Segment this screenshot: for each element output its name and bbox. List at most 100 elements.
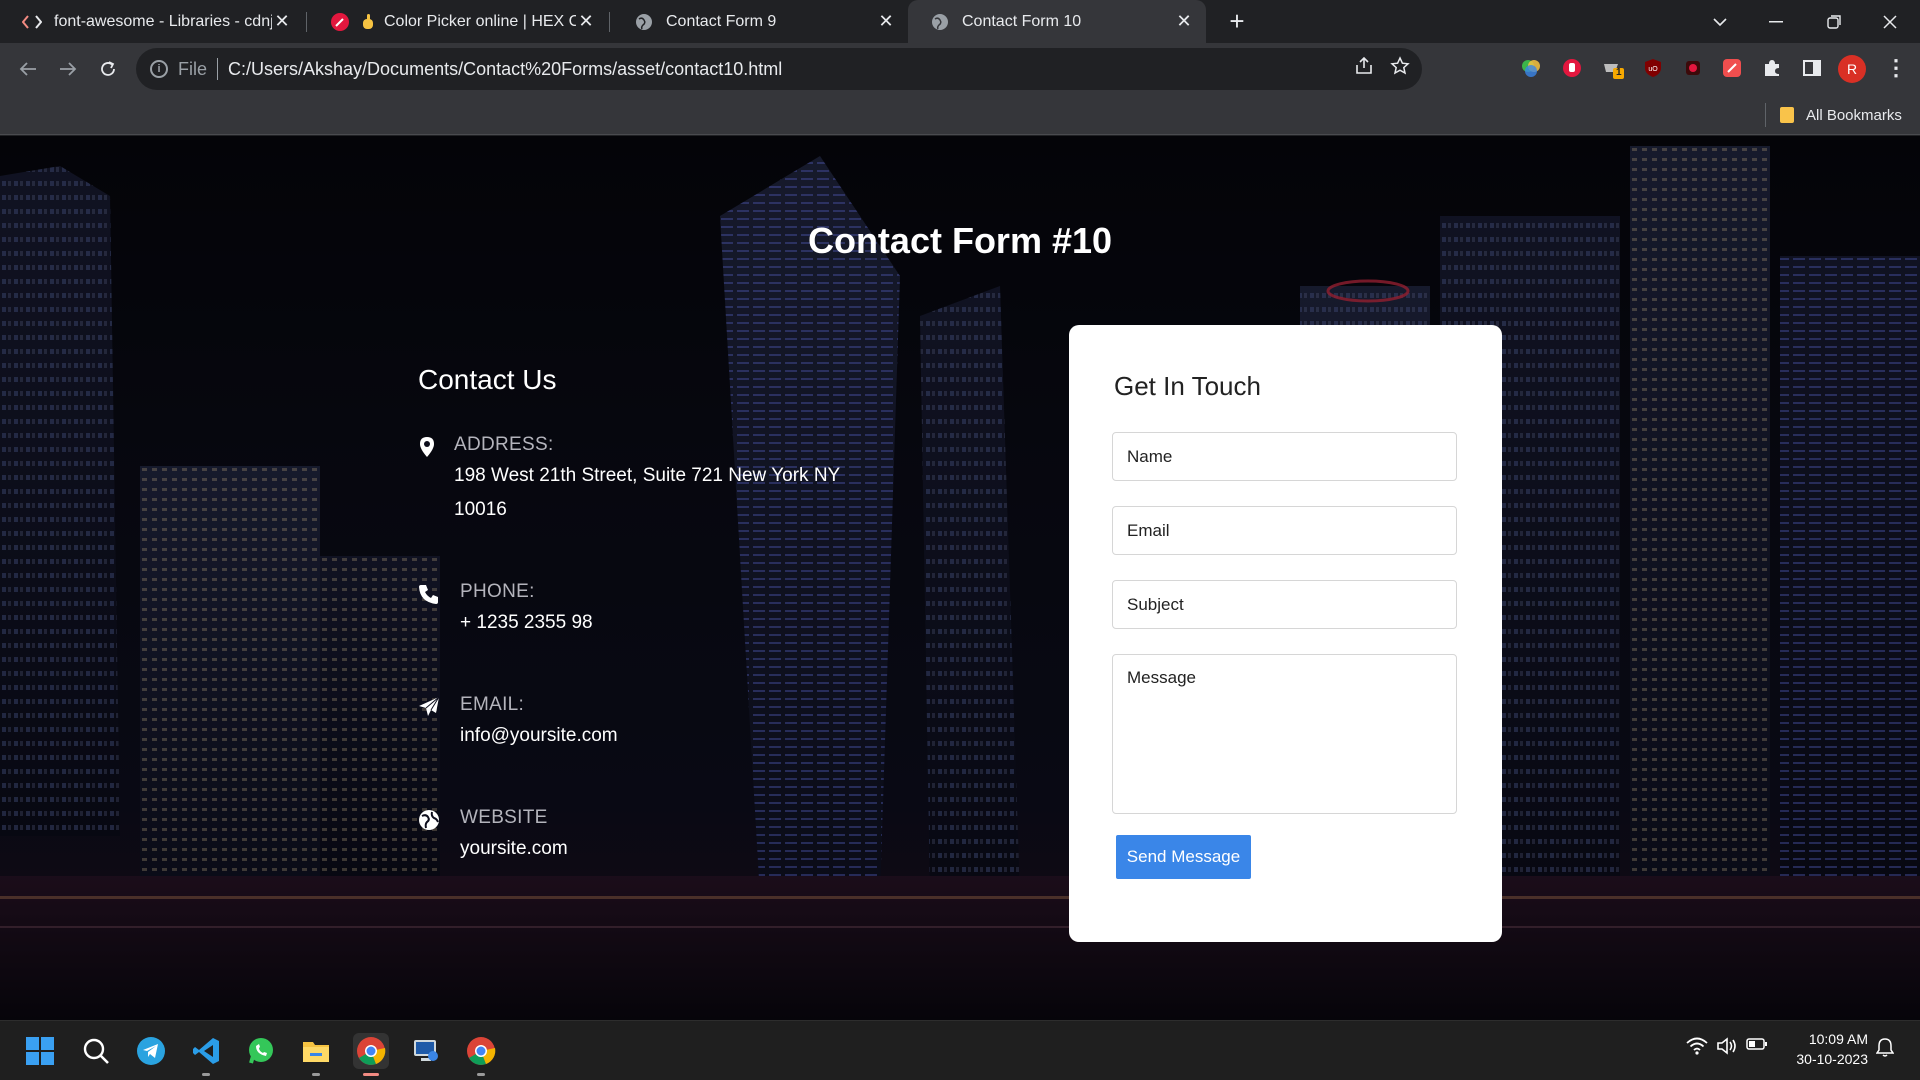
search-icon[interactable] (78, 1033, 114, 1069)
clock-date: 30-10-2023 (1796, 1051, 1868, 1067)
extension-badge-icon[interactable]: 1 (1600, 55, 1626, 81)
email-label: EMAIL: (460, 694, 525, 715)
paper-plane-icon (418, 696, 440, 718)
extension-rocket-icon[interactable] (1719, 55, 1745, 81)
new-tab-button[interactable]: + (1222, 6, 1252, 36)
reload-icon (101, 61, 115, 76)
battery-icon[interactable] (1746, 1037, 1768, 1056)
subject-placeholder: Subject (1127, 594, 1184, 614)
svg-text:uO: uO (1648, 66, 1658, 73)
tab-color-picker[interactable]: Color Picker online | HEX Color ✕ (308, 0, 608, 43)
whatsapp-icon[interactable] (243, 1033, 279, 1069)
vscode-icon[interactable] (188, 1033, 224, 1076)
url-scheme: File (178, 58, 208, 79)
email-row: EMAIL: info@yoursite.com (418, 694, 878, 753)
tab-font-awesome[interactable]: font-awesome - Libraries - cdnjs ✕ (0, 0, 304, 43)
hand-icon (358, 12, 378, 32)
wifi-icon[interactable] (1686, 1037, 1708, 1060)
address-line-1: 198 West 21th Street, Suite 721 New York… (454, 465, 841, 486)
folder-icon (1780, 107, 1794, 123)
extension-ublock-icon[interactable]: uO (1640, 55, 1666, 81)
code-icon (22, 12, 42, 32)
side-panel-icon[interactable] (1799, 55, 1825, 81)
extension-bug-icon[interactable] (1680, 55, 1706, 81)
phone-row: PHONE: + 1235 2355 98 (418, 581, 878, 640)
contact-info-section: Contact Us ADDRESS: 198 West 21th Street… (418, 364, 878, 866)
more-menu-icon[interactable]: ⋮ (1882, 55, 1910, 83)
clock-time: 10:09 AM (1808, 1031, 1868, 1047)
info-icon[interactable]: i (150, 60, 168, 78)
bookmark-star-icon[interactable] (1390, 56, 1410, 82)
all-bookmarks-label: All Bookmarks (1806, 106, 1902, 124)
tab-title: Contact Form 10 (962, 12, 1082, 30)
bookmarks-bar: All Bookmarks (0, 95, 1920, 135)
globe-icon (930, 12, 950, 32)
extension-shield-icon[interactable] (1559, 55, 1585, 81)
volume-icon[interactable] (1716, 1037, 1738, 1060)
windows-taskbar: 10:09 AM 30-10-2023 (0, 1020, 1920, 1080)
address-row: ADDRESS: 198 West 21th Street, Suite 721… (418, 434, 878, 527)
message-textarea[interactable]: Message (1112, 654, 1457, 814)
message-placeholder: Message (1127, 668, 1196, 687)
arrow-right-icon (60, 62, 77, 76)
arrow-left-icon (19, 62, 36, 76)
email-placeholder: Email (1127, 520, 1170, 540)
url-text[interactable]: C:/Users/Akshay/Documents/Contact%20Form… (228, 59, 782, 80)
close-icon[interactable]: ✕ (576, 11, 596, 32)
name-input[interactable]: Name (1112, 432, 1457, 481)
tab-contact-form-10[interactable]: Contact Form 10 ✕ (908, 0, 1206, 43)
website-label: WEBSITE (460, 807, 548, 828)
extension-badge-count: 1 (1616, 67, 1622, 78)
system-clock[interactable]: 10:09 AM 30-10-2023 (1778, 1029, 1868, 1069)
tab-contact-form-9[interactable]: Contact Form 9 ✕ (612, 0, 908, 43)
browser-toolbar: i File C:/Users/Akshay/Documents/Contact… (0, 43, 1920, 95)
tab-title: Contact Form 9 (666, 12, 777, 30)
form-heading: Get In Touch (1114, 371, 1261, 401)
share-icon[interactable] (1354, 56, 1374, 82)
all-bookmarks-button[interactable]: All Bookmarks (1780, 103, 1902, 127)
address-bar[interactable]: i File C:/Users/Akshay/Documents/Contact… (136, 48, 1422, 90)
phone-icon (418, 583, 440, 605)
minimize-button[interactable] (1748, 0, 1804, 43)
forward-button[interactable] (52, 53, 84, 85)
restore-button[interactable] (1806, 0, 1862, 43)
tab-strip: font-awesome - Libraries - cdnjs ✕ Color… (0, 0, 1920, 43)
website-value: yoursite.com (460, 838, 568, 859)
reload-button[interactable] (92, 53, 124, 85)
page-title: Contact Form #10 (807, 220, 1113, 261)
close-icon[interactable]: ✕ (1174, 11, 1194, 32)
subject-input[interactable]: Subject (1112, 580, 1457, 629)
remote-desktop-icon[interactable] (408, 1033, 444, 1069)
tab-title: Color Picker online | HEX Color (384, 12, 576, 30)
page-viewport: Contact Form #10 Contact Us ADDRESS: 198… (0, 136, 1920, 1020)
extension-palette-icon[interactable] (1518, 55, 1544, 81)
close-icon[interactable]: ✕ (876, 11, 896, 32)
tab-title: font-awesome - Libraries - cdnjs (54, 12, 272, 30)
phone-label: PHONE: (460, 581, 535, 602)
telegram-icon[interactable] (133, 1033, 169, 1069)
file-explorer-icon[interactable] (298, 1033, 334, 1076)
send-message-button[interactable]: Send Message (1116, 835, 1251, 879)
color-picker-icon (330, 12, 350, 32)
extensions-puzzle-icon[interactable] (1759, 55, 1785, 81)
notification-bell-icon[interactable] (1875, 1037, 1895, 1062)
globe-icon (634, 12, 654, 32)
name-placeholder: Name (1127, 446, 1173, 466)
globe-icon (418, 809, 440, 831)
website-row: WEBSITE yoursite.com (418, 807, 878, 866)
chrome-alt-icon[interactable] (463, 1033, 499, 1076)
contact-heading: Contact Us (418, 364, 557, 395)
email-value: info@yoursite.com (460, 725, 618, 746)
close-window-button[interactable] (1862, 0, 1918, 43)
email-input[interactable]: Email (1112, 506, 1457, 555)
address-label: ADDRESS: (454, 434, 554, 455)
tab-search-button[interactable] (1692, 0, 1748, 43)
phone-value: + 1235 2355 98 (460, 612, 593, 633)
back-button[interactable] (12, 53, 44, 85)
close-icon[interactable]: ✕ (272, 11, 292, 32)
address-line-2: 10016 (454, 499, 507, 520)
chrome-icon[interactable] (353, 1033, 389, 1076)
profile-avatar[interactable]: R (1838, 55, 1866, 83)
windows-start-icon[interactable] (22, 1033, 58, 1069)
contact-form-card: Get In Touch Name Email Subject Message … (1069, 325, 1502, 942)
